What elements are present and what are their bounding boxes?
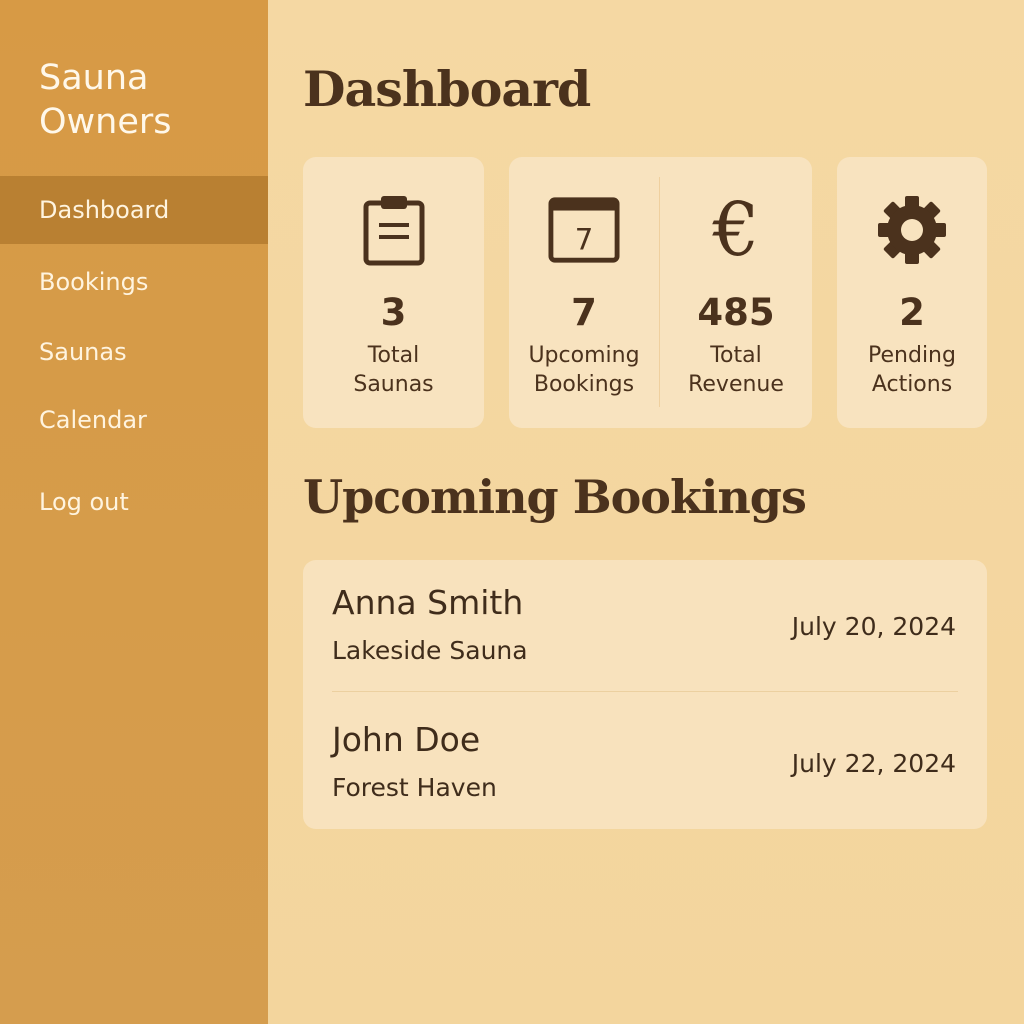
list-item[interactable]: John Doe Forest Haven July 22, 2024 <box>303 697 987 831</box>
clipboard-icon <box>358 194 430 266</box>
booking-sauna: Forest Haven <box>332 773 497 802</box>
sidebar-item-calendar[interactable]: Calendar <box>0 386 268 454</box>
booking-date: July 20, 2024 <box>791 612 956 641</box>
gear-icon <box>876 194 948 266</box>
sidebar-item-label: Dashboard <box>39 196 170 224</box>
stat-pending-actions: 2 Pending Actions <box>837 157 987 428</box>
calendar-icon-number: 7 <box>575 222 594 256</box>
stat-total-revenue: € 485 Total Revenue <box>660 157 812 428</box>
booking-date: July 22, 2024 <box>791 749 956 778</box>
row-divider <box>332 691 958 692</box>
booking-sauna: Lakeside Sauna <box>332 636 528 665</box>
section-title-upcoming-bookings: Upcoming Bookings <box>303 470 807 524</box>
stat-label: Total Revenue <box>688 343 784 397</box>
sidebar-item-label: Bookings <box>39 268 149 296</box>
stat-label: Pending Actions <box>868 343 956 397</box>
stat-label: Total Saunas <box>353 343 434 397</box>
sidebar-item-dashboard[interactable]: Dashboard <box>0 176 268 244</box>
stat-upcoming-bookings: 7 7 Upcoming Bookings <box>509 157 659 428</box>
booking-name: Anna Smith <box>332 583 524 622</box>
brand-line-2: Owners <box>39 102 172 142</box>
sidebar-item-label: Saunas <box>39 338 127 366</box>
sidebar-item-label: Log out <box>39 488 129 516</box>
sidebar-item-bookings[interactable]: Bookings <box>0 248 268 316</box>
page-title: Dashboard <box>303 60 591 118</box>
list-item[interactable]: Anna Smith Lakeside Sauna July 20, 2024 <box>303 560 987 694</box>
stat-card-pending-actions[interactable]: 2 Pending Actions <box>837 157 987 428</box>
stat-value: 2 <box>899 291 925 334</box>
brand-line-1: Sauna <box>39 58 149 98</box>
sidebar-item-log-out[interactable]: Log out <box>0 468 268 536</box>
sidebar-item-label: Calendar <box>39 406 147 434</box>
calendar-icon: 7 <box>548 194 620 266</box>
stat-card-total-saunas[interactable]: 3 Total Saunas <box>303 157 484 428</box>
sidebar-item-saunas[interactable]: Saunas <box>0 318 268 386</box>
brand-title: Sauna Owners <box>39 56 172 144</box>
stat-card-bookings-revenue[interactable]: 7 7 Upcoming Bookings € 485 Total Revenu… <box>509 157 812 428</box>
euro-icon: € <box>712 187 760 273</box>
stat-label: Upcoming Bookings <box>528 343 640 397</box>
stat-value: 7 <box>571 291 597 334</box>
stat-value: 485 <box>697 291 775 334</box>
sidebar: Sauna Owners Dashboard Bookings Saunas C… <box>0 0 268 1024</box>
stat-total-saunas: 3 Total Saunas <box>303 157 484 428</box>
bookings-list: Anna Smith Lakeside Sauna July 20, 2024 … <box>303 560 987 829</box>
stat-value: 3 <box>380 291 407 334</box>
main-content: Dashboard 3 Total Saunas 7 7 Upcoming Bo… <box>268 0 1024 1024</box>
booking-name: John Doe <box>332 720 481 759</box>
